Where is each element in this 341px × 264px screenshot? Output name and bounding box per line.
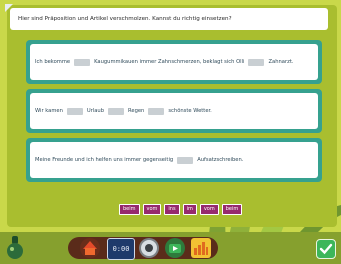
exercise-card-2: Wir kamen Urlaub Regen schönste Wetter. — [26, 89, 322, 133]
home-button[interactable] — [80, 238, 100, 258]
confirm-button[interactable] — [316, 239, 336, 259]
exercise-1-text-1: Ich bekomme — [35, 59, 71, 65]
answer-gap[interactable] — [66, 107, 83, 115]
answer-chip[interactable]: beim — [221, 204, 243, 215]
exercise-card-3: Meine Freunde und ich helfen uns immer g… — [26, 138, 322, 182]
answer-chip[interactable]: vom — [142, 204, 162, 215]
exercise-card-1: Ich bekomme Kaugummikauen immer Zahnschm… — [26, 40, 322, 84]
replay-icon — [169, 244, 181, 253]
answer-chip[interactable]: im — [182, 204, 197, 215]
checkmark-icon — [319, 243, 333, 255]
exercise-1-text-2: Kaugummikauen immer Zahnschmerzen, bekla… — [94, 59, 245, 65]
answer-gap[interactable] — [148, 107, 165, 115]
timer-label: 0:00 — [112, 245, 130, 253]
instruction-text: Hier sind Präposition und Artikel versch… — [18, 16, 232, 22]
replay-button[interactable] — [165, 238, 185, 258]
home-icon — [83, 241, 97, 255]
exercise-3-text-2: Aufsatzschreiben. — [197, 157, 244, 163]
progress-icon — [194, 242, 208, 255]
help-button[interactable] — [139, 238, 159, 258]
timer-display: 0:00 — [107, 238, 135, 260]
exercise-app: Hier sind Präposition und Artikel versch… — [0, 0, 341, 264]
answer-chip-tray: beim vom ins im vom beim — [119, 204, 243, 215]
exercise-2-text-2: Urlaub — [86, 108, 105, 114]
exercise-3-text-1: Meine Freunde und ich helfen uns immer g… — [35, 157, 174, 163]
exercise-1-text-3: Zahnarzt. — [268, 59, 294, 65]
help-icon — [141, 240, 157, 256]
progress-button[interactable] — [191, 238, 211, 258]
answer-gap[interactable] — [74, 58, 91, 66]
exercise-2-text-4: schönste Wetter. — [168, 108, 212, 114]
answer-chip[interactable]: beim — [119, 204, 140, 215]
answer-gap[interactable] — [177, 156, 194, 164]
instruction-bar: Hier sind Präposition und Artikel versch… — [10, 8, 328, 30]
character-icon — [7, 236, 23, 259]
answer-chip[interactable]: vom — [199, 204, 219, 215]
exercise-2-text-3: Regen — [128, 108, 145, 114]
answer-gap[interactable] — [108, 107, 125, 115]
answer-gap[interactable] — [248, 58, 265, 66]
exercise-2-text-1: Wir kamen — [35, 108, 63, 114]
answer-chip[interactable]: ins — [164, 204, 180, 215]
